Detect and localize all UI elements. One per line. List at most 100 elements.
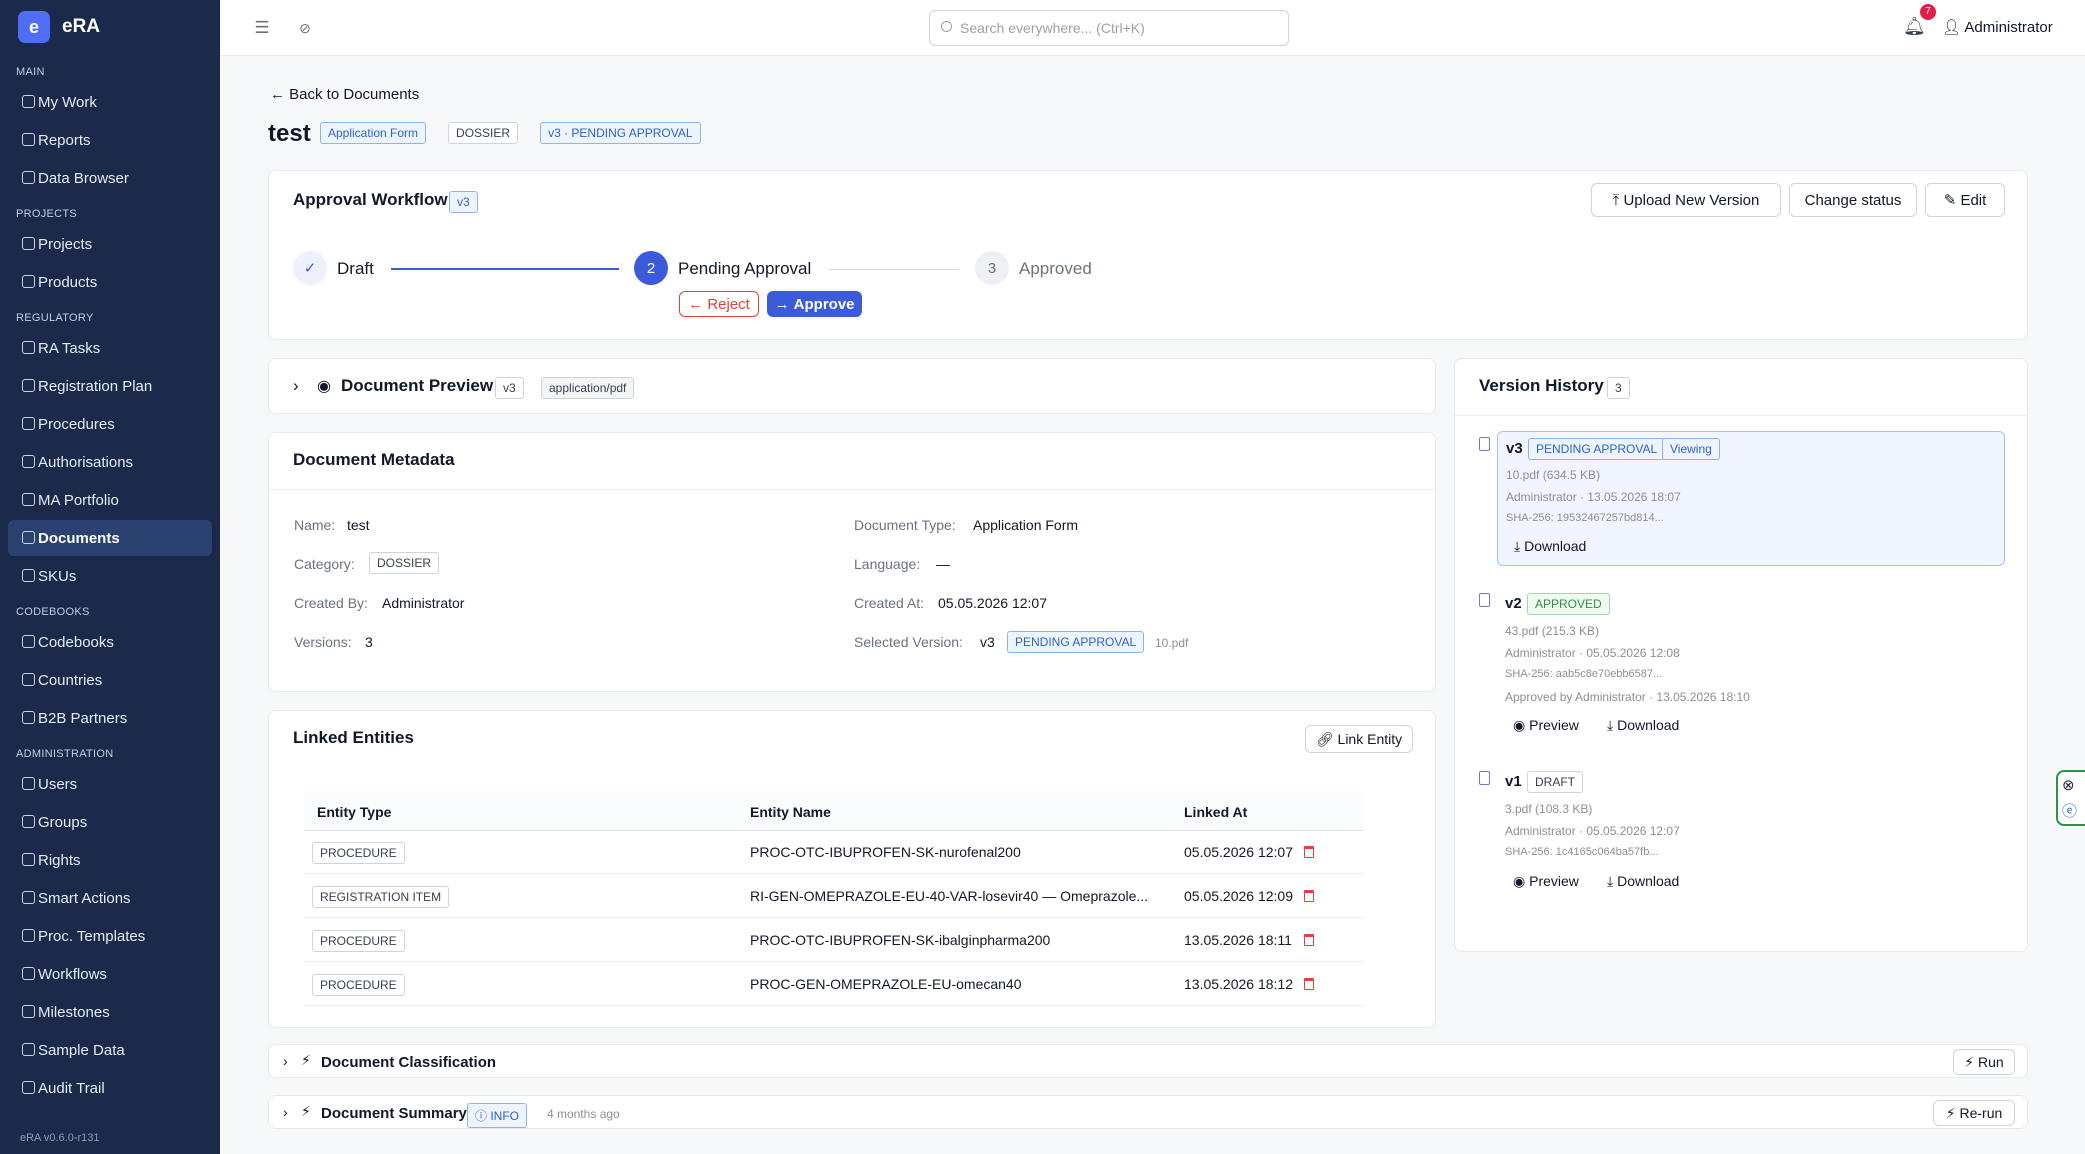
eye-icon: ◉ [1513, 717, 1530, 733]
menu-toggle-icon[interactable]: ☰ [252, 18, 272, 38]
sidebar-item-users[interactable]: Users [8, 766, 212, 802]
file-icon [1479, 437, 1490, 451]
sidebar-item-my-work[interactable]: My Work [8, 84, 212, 120]
sidebar-item-sample-data[interactable]: Sample Data [8, 1032, 212, 1068]
upload-version-button[interactable]: ⤒ Upload New Version [1591, 183, 1781, 217]
sidebar-item-workflows[interactable]: Workflows [8, 956, 212, 992]
sidebar-item-codebooks[interactable]: Codebooks [8, 624, 212, 660]
doc-type-tag: Application Form [320, 122, 427, 144]
sidebar-item-label: Documents [38, 529, 120, 547]
run-button[interactable]: ⚡︎ Run [1953, 1049, 2015, 1075]
sidebar-item-label: SKUs [38, 567, 77, 585]
nav-item-icon [22, 171, 35, 184]
link-icon: 🔗︎ [1315, 730, 1338, 747]
table-row[interactable]: REGISTRATION ITEM RI-GEN-OMEPRAZOLE-EU-40… [304, 875, 1364, 918]
preview-button[interactable]: ◉ Preview [1513, 873, 1579, 890]
sidebar-item-b2b-partners[interactable]: B2B Partners [8, 700, 212, 736]
version-meta: Administrator · 05.05.2026 12:07 [1505, 824, 1680, 838]
version-item-v2[interactable]: v2 APPROVED 43.pdf (215.3 KB) Administra… [1497, 587, 2005, 737]
sidebar-item-rights[interactable]: Rights [8, 842, 212, 878]
nav-item-icon [22, 455, 35, 468]
nav-item-icon [22, 891, 35, 904]
version-item-v3[interactable]: v3 PENDING APPROVAL Viewing 10.pdf (634.… [1497, 431, 2005, 566]
sidebar-item-procedures[interactable]: Procedures [8, 406, 212, 442]
sidebar-item-data-browser[interactable]: Data Browser [8, 160, 212, 196]
download-button[interactable]: ⤓ Download [1607, 717, 1679, 734]
trash-icon[interactable] [1304, 934, 1314, 946]
sidebar-item-audit-trail[interactable]: Audit Trail [8, 1070, 212, 1106]
arrow-right-icon: → [774, 295, 794, 313]
rerun-button[interactable]: ⚡︎ Re-run [1933, 1100, 2015, 1126]
entity-name[interactable]: RI-GEN-OMEPRAZOLE-EU-40-VAR-losevir40 — … [750, 888, 1148, 904]
bolt-icon: ⚡︎ [1964, 1053, 1979, 1070]
close-icon[interactable]: ⊗ [2062, 776, 2075, 794]
sidebar-item-countries[interactable]: Countries [8, 662, 212, 698]
classification-title: Document Classification [321, 1054, 497, 1071]
doc-type-label: Document Type: [854, 517, 956, 533]
download-icon: ⤓ [1514, 538, 1525, 554]
brand[interactable]: e eRA [0, 0, 220, 54]
sidebar-item-smart-actions[interactable]: Smart Actions [8, 880, 212, 916]
table-row[interactable]: PROCEDURE PROC-OTC-IBUPROFEN-SK-nurofenal… [304, 831, 1364, 874]
chevron-right-icon[interactable]: › [283, 1104, 288, 1120]
user-menu[interactable]: 👤︎ Administrator [1942, 18, 2053, 36]
summary-row[interactable]: › ⚡︎ Document Summary ⓘ INFO 4 months ag… [268, 1095, 2028, 1129]
table-row[interactable]: PROCEDURE PROC-GEN-OMEPRAZOLE-EU-omecan40… [304, 963, 1364, 1006]
sidebar: e eRA MAIN My Work Reports Data Browser PROJ… [0, 0, 220, 1154]
version-sha: SHA-256: aab5c8e70ebb6587... [1505, 668, 1663, 680]
search-input[interactable]: Search everywhere... (Ctrl+K) [929, 10, 1289, 46]
bell-icon[interactable]: 🔔︎ [1903, 16, 1926, 37]
preview-title: Document Preview [341, 376, 494, 395]
sidebar-item-ma-portfolio[interactable]: MA Portfolio [8, 482, 212, 518]
trash-icon[interactable] [1304, 846, 1314, 858]
back-link[interactable]: ← Back to Documents [270, 86, 419, 103]
entity-name[interactable]: PROC-OTC-IBUPROFEN-SK-ibalginpharma200 [750, 932, 1050, 948]
sidebar-item-label: Reports [38, 131, 91, 149]
classification-row[interactable]: › ⚡︎ Document Classification ⚡︎ Run [268, 1044, 2028, 1078]
sidebar-item-authorisations[interactable]: Authorisations [8, 444, 212, 480]
sidebar-item-proc-templates[interactable]: Proc. Templates [8, 918, 212, 954]
sidebar-item-skus[interactable]: SKUs [8, 558, 212, 594]
topbar: ☰ ⊘ Search everywhere... (Ctrl+K) 🔔︎ 7 👤… [220, 0, 2085, 56]
edit-button[interactable]: ✎ Edit [1925, 183, 2005, 217]
entity-name[interactable]: PROC-OTC-IBUPROFEN-SK-nurofenal200 [750, 844, 1021, 860]
created-by-label: Created By: [294, 595, 368, 611]
trash-icon[interactable] [1304, 890, 1314, 902]
download-icon: ⤓ [1607, 873, 1618, 889]
nav-item-icon [22, 1005, 35, 1018]
viewing-tag: Viewing [1662, 438, 1720, 460]
chevron-right-icon[interactable]: › [293, 376, 299, 396]
sidebar-item-projects[interactable]: Projects [8, 226, 212, 262]
download-button[interactable]: ⤓ Download [1514, 538, 1586, 555]
sidebar-item-label: Proc. Templates [38, 927, 146, 945]
pin-icon[interactable]: ⊘ [295, 18, 315, 38]
approve-button[interactable]: → Approve [767, 291, 862, 317]
preview-mime-tag: application/pdf [541, 377, 635, 399]
name-label: Name: [294, 517, 336, 533]
sidebar-item-reports[interactable]: Reports [8, 122, 212, 158]
table-row[interactable]: PROCEDURE PROC-OTC-IBUPROFEN-SK-ibalginph… [304, 919, 1364, 962]
version-item-v1[interactable]: v1 DRAFT 3.pdf (108.3 KB) Administrator … [1497, 765, 2005, 895]
reject-button[interactable]: ← Reject [679, 291, 759, 317]
entity-name[interactable]: PROC-GEN-OMEPRAZOLE-EU-omecan40 [750, 976, 1022, 992]
sidebar-item-groups[interactable]: Groups [8, 804, 212, 840]
sidebar-item-registration-plan[interactable]: Registration Plan [8, 368, 212, 404]
preview-button[interactable]: ◉ Preview [1513, 717, 1579, 734]
document-preview-card[interactable]: › ◉ Document Preview v3 application/pdf [268, 358, 1436, 414]
sidebar-item-label: Registration Plan [38, 377, 153, 395]
era-widget-icon[interactable]: ⓔ [2062, 800, 2077, 821]
sidebar-item-documents[interactable]: Documents [8, 520, 212, 556]
trash-icon[interactable] [1304, 978, 1314, 990]
side-widget[interactable]: ⊗ ⓔ [2056, 770, 2085, 826]
link-entity-button[interactable]: 🔗︎ Link Entity [1305, 725, 1413, 753]
sidebar-item-milestones[interactable]: Milestones [8, 994, 212, 1030]
bolt-icon: ⚡︎ [301, 1103, 311, 1119]
change-status-button[interactable]: Change status [1789, 183, 1917, 217]
chevron-right-icon[interactable]: › [283, 1053, 288, 1069]
sidebar-item-ra-tasks[interactable]: RA Tasks [8, 330, 212, 366]
sidebar-item-products[interactable]: Products [8, 264, 212, 300]
nav-item-icon [22, 237, 35, 250]
sidebar-section-label: PROJECTS [16, 208, 78, 220]
download-button[interactable]: ⤓ Download [1607, 873, 1679, 890]
nav-item-icon [22, 341, 35, 354]
